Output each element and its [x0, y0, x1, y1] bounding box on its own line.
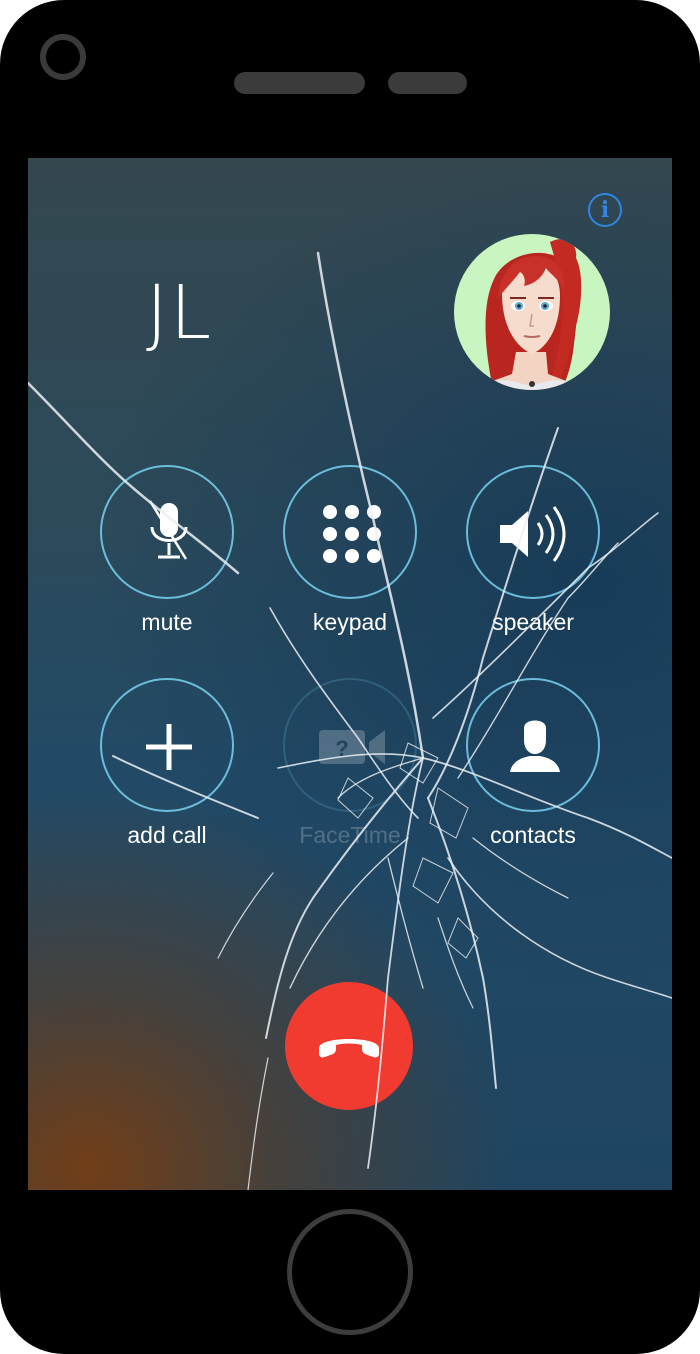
svg-text:?: ? — [335, 736, 348, 761]
speaker-button[interactable] — [466, 465, 600, 599]
mute-button[interactable] — [100, 465, 234, 599]
add-call-label: add call — [127, 822, 207, 848]
speaker-icon — [500, 506, 566, 562]
keypad-icon — [323, 505, 381, 563]
earpiece-speaker — [234, 72, 365, 94]
caller-name: JL — [146, 270, 214, 356]
keypad-button[interactable] — [283, 465, 417, 599]
sensor-slot — [388, 72, 467, 94]
plus-icon — [146, 724, 192, 770]
phone-frame: i JL mute keypad speaker add call ? Face… — [0, 0, 700, 1354]
call-screen: i JL mute keypad speaker add call ? Face… — [28, 158, 672, 1190]
add-call-button[interactable] — [100, 678, 234, 812]
info-button[interactable]: i — [588, 193, 622, 227]
facetime-label: FaceTime — [299, 822, 401, 848]
end-call-icon — [319, 1039, 379, 1058]
end-call-button[interactable] — [285, 982, 413, 1110]
home-button[interactable] — [287, 1209, 413, 1335]
facetime-button[interactable]: ? — [283, 678, 417, 812]
speaker-label: speaker — [492, 609, 574, 635]
front-camera — [40, 34, 86, 80]
contacts-button[interactable] — [466, 678, 600, 812]
contacts-icon — [510, 720, 560, 772]
keypad-label: keypad — [312, 609, 388, 635]
facetime-icon: ? — [319, 730, 385, 764]
mute-label: mute — [141, 609, 193, 635]
contacts-label: contacts — [490, 822, 576, 848]
microphone-muted-icon — [148, 500, 188, 560]
avatar — [454, 234, 610, 390]
